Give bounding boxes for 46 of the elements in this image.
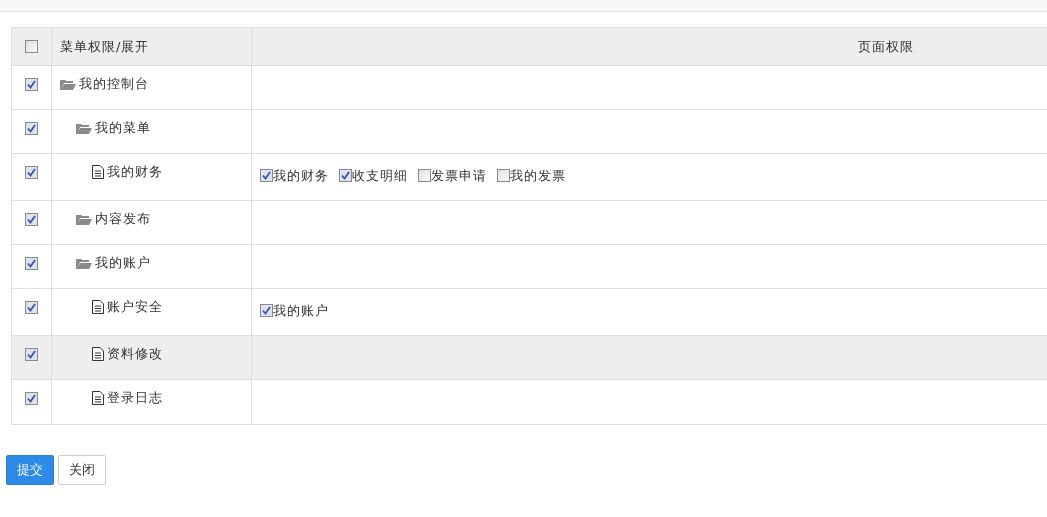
document-icon [92, 165, 104, 179]
submit-button[interactable]: 提交 [6, 455, 54, 485]
row-checkbox[interactable] [25, 78, 38, 91]
document-icon [92, 347, 104, 361]
permission-label: 我的财务 [273, 167, 329, 185]
table-row[interactable]: 我的财务 我的财务 收支明细 发票申请 我的发票 [12, 154, 1047, 201]
column-header: 页面权限 [858, 37, 914, 56]
row-checkbox[interactable] [25, 213, 38, 226]
folder-icon [76, 213, 92, 225]
permission-checkbox[interactable] [418, 169, 431, 183]
table-row[interactable]: 资料修改 [12, 336, 1047, 380]
column-header: 菜单权限/展开 [60, 37, 150, 56]
menu-item-label[interactable]: 资料修改 [107, 344, 163, 364]
permission-label: 收支明细 [352, 167, 408, 185]
folder-icon [76, 122, 92, 134]
row-checkbox[interactable] [25, 166, 38, 179]
table-row[interactable]: 账户安全 我的账户 [12, 289, 1047, 336]
menu-item-label[interactable]: 登录日志 [107, 388, 163, 408]
menu-item-label[interactable]: 我的菜单 [95, 118, 151, 138]
folder-icon [76, 257, 92, 269]
permission-checkbox[interactable] [260, 169, 273, 183]
permission-label: 我的发票 [510, 167, 566, 185]
document-icon [92, 300, 104, 314]
permission-checkbox[interactable] [339, 169, 352, 183]
document-icon [92, 391, 104, 405]
row-checkbox[interactable] [25, 122, 38, 135]
permission-label: 发票申请 [431, 167, 487, 185]
permission-label: 我的账户 [273, 302, 329, 320]
select-all-checkbox[interactable] [25, 40, 38, 53]
table-row[interactable]: 我的控制台 [12, 66, 1047, 110]
permission-checkbox[interactable] [497, 169, 510, 183]
menu-item-label[interactable]: 我的控制台 [79, 74, 149, 94]
permission-checkbox[interactable] [260, 304, 273, 318]
menu-item-label[interactable]: 我的账户 [95, 253, 151, 273]
row-checkbox[interactable] [25, 392, 38, 405]
table-row[interactable]: 我的菜单 [12, 110, 1047, 154]
folder-icon [60, 78, 76, 90]
menu-item-label[interactable]: 我的财务 [107, 162, 163, 182]
table-row[interactable]: 我的账户 [12, 245, 1047, 289]
row-checkbox[interactable] [25, 348, 38, 361]
row-checkbox[interactable] [25, 257, 38, 270]
menu-item-label[interactable]: 账户安全 [107, 297, 163, 317]
close-button[interactable]: 关闭 [58, 455, 106, 485]
row-checkbox[interactable] [25, 301, 38, 314]
table-row[interactable]: 内容发布 [12, 201, 1047, 245]
menu-item-label[interactable]: 内容发布 [95, 209, 151, 229]
